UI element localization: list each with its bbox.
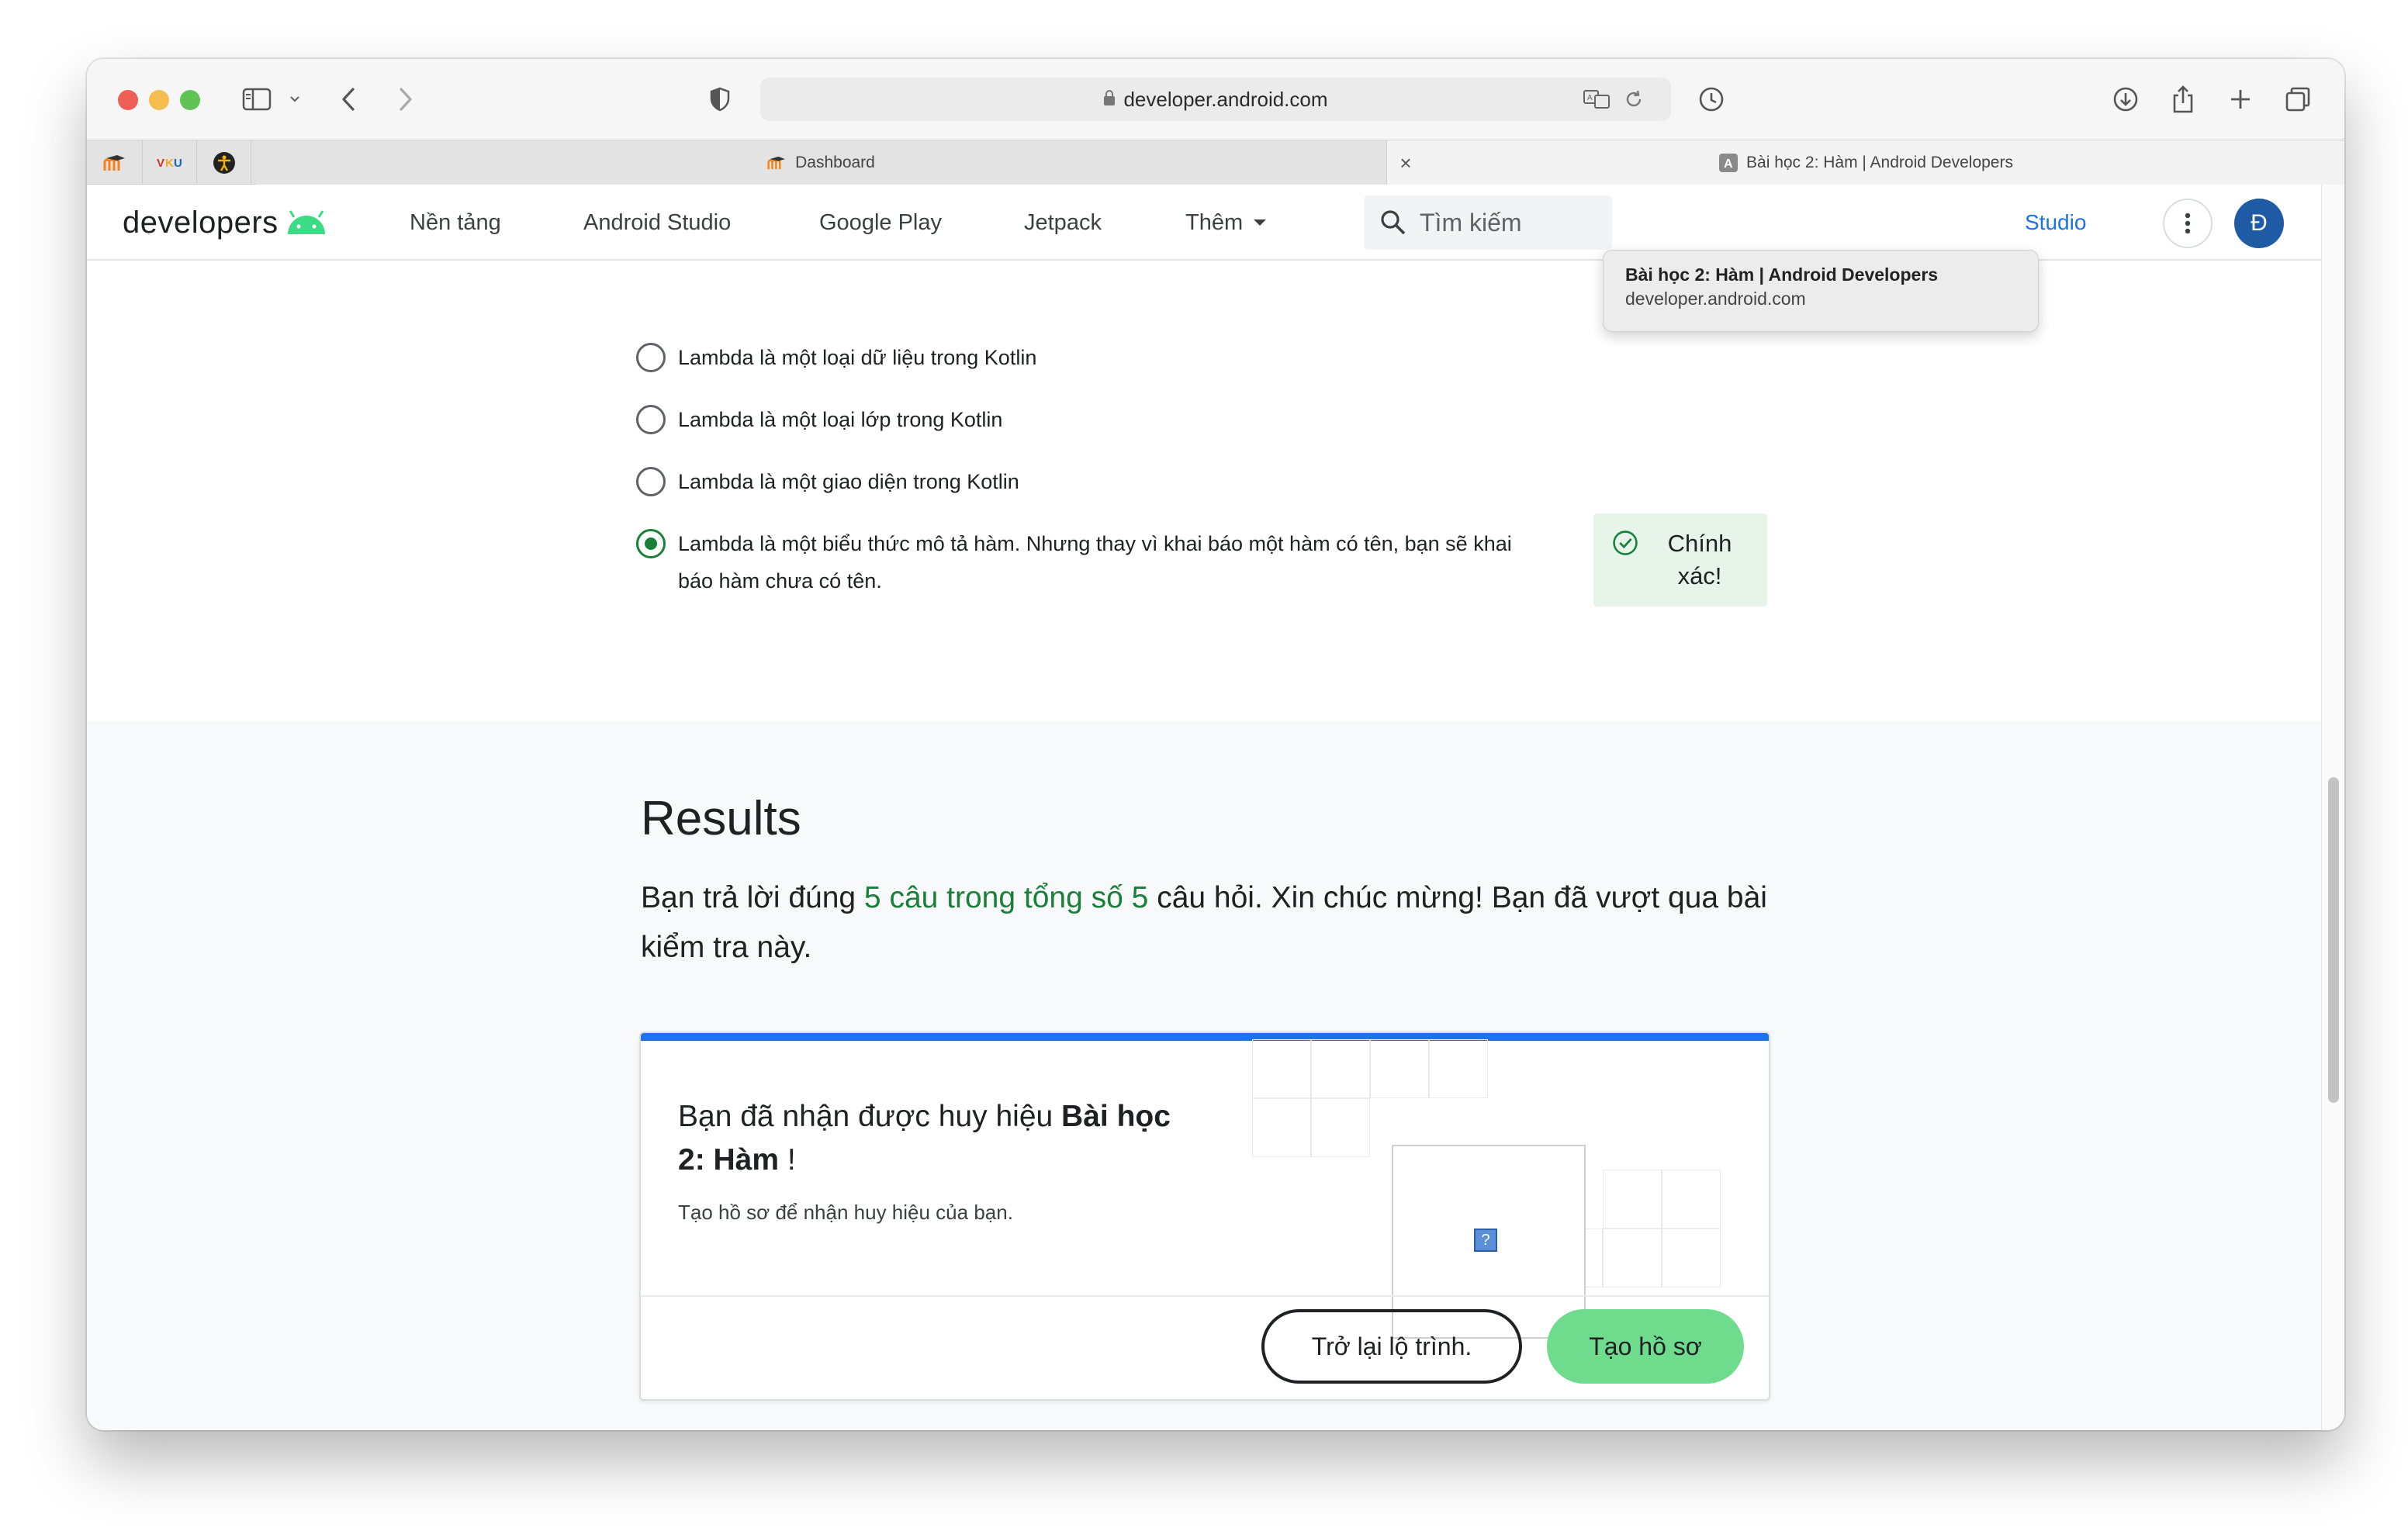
forward-icon[interactable] [391, 79, 419, 119]
radio-button[interactable] [636, 405, 666, 434]
pinned-tab-vku[interactable]: VKU [143, 140, 197, 185]
page-content: developers Nền tảng Android Studio Googl… [87, 185, 2321, 1430]
tooltip-title: Bài học 2: Hàm | Android Developers [1625, 264, 1939, 285]
nav-platform[interactable]: Nền tảng [410, 200, 501, 245]
history-clock-icon[interactable] [1696, 79, 1727, 119]
chevron-down-icon[interactable] [285, 79, 304, 119]
scrollbar-thumb[interactable] [2328, 777, 2339, 1103]
tab-overview-icon[interactable] [2282, 79, 2313, 119]
developers-logo[interactable]: developers [123, 200, 328, 245]
quiz-option-3[interactable]: Lambda là một giao diện trong Kotlin [636, 467, 1019, 500]
search-input[interactable]: Tìm kiếm [1364, 195, 1612, 250]
android-developers-favicon-icon: A [1718, 153, 1739, 173]
badge-heading: Bạn đã nhận được huy hiệu Bài học 2: Hàm… [678, 1100, 1171, 1177]
nav-android-studio[interactable]: Android Studio [583, 200, 731, 245]
results-message: Bạn trả lời đúng 5 câu trong tổng số 5 c… [641, 881, 1767, 964]
reload-icon[interactable] [1620, 79, 1648, 119]
tab-label: Dashboard [795, 154, 875, 171]
avatar[interactable]: Đ [2234, 199, 2284, 248]
nav-google-play[interactable]: Google Play [819, 200, 942, 245]
moodle-icon [103, 155, 125, 171]
vku-logo-icon: VKU [157, 157, 182, 170]
back-to-pathway-button[interactable]: Trở lại lộ trình. [1261, 1309, 1522, 1384]
badge-card: Bạn đã nhận được huy hiệu Bài học 2: Hàm… [639, 1032, 1770, 1401]
downloads-icon[interactable] [2110, 79, 2141, 119]
more-options-icon[interactable] [2163, 199, 2213, 248]
svg-text:V: V [157, 157, 164, 170]
card-accent-bar [641, 1033, 1769, 1041]
search-icon [1381, 210, 1406, 235]
decorative-grid [1603, 1170, 1662, 1229]
feedback-text: Chính xác! [1667, 530, 1732, 589]
nav-more[interactable]: Thêm [1185, 200, 1268, 245]
share-icon[interactable] [2168, 79, 2199, 119]
missing-image-icon: ? [1474, 1229, 1497, 1252]
nav-jetpack[interactable]: Jetpack [1024, 200, 1102, 245]
tab-dashboard[interactable]: Dashboard [256, 140, 1387, 185]
sidebar-icon[interactable] [239, 79, 275, 119]
close-window-button[interactable] [118, 90, 138, 110]
option-label: Lambda là một loại lớp trong Kotlin [678, 408, 1003, 431]
decorative-grid [1662, 1170, 1721, 1229]
privacy-shield-icon[interactable] [706, 79, 734, 119]
tab-bar: VKU Dashboard × A Bài học 2: Hàm | Andro… [87, 140, 2344, 185]
translate-icon[interactable]: A [1581, 79, 1612, 119]
close-tab-icon[interactable]: × [1390, 140, 1421, 185]
svg-text:K: K [165, 157, 174, 170]
svg-text:A: A [1724, 157, 1733, 171]
scrollbar[interactable] [2321, 185, 2344, 1430]
badge-subtext: Tạo hồ sơ để nhận huy hiệu của bạn. [678, 1201, 1013, 1224]
decorative-grid [1311, 1098, 1370, 1157]
url-text: developer.android.com [1123, 87, 1328, 111]
tab-android-developers[interactable]: A Bài học 2: Hàm | Android Developers [1387, 140, 2344, 185]
back-icon[interactable] [335, 79, 363, 119]
option-label: Lambda là một loại dữ liệu trong Kotlin [678, 346, 1037, 369]
score-highlight: 5 câu trong tổng số 5 [863, 881, 1149, 914]
browser-toolbar: developer.android.com A [87, 59, 2344, 140]
new-tab-icon[interactable] [2225, 79, 2256, 119]
check-circle-icon [1613, 530, 1638, 555]
decorative-grid [1252, 1039, 1311, 1098]
quiz-option-1[interactable]: Lambda là một loại dữ liệu trong Kotlin [636, 343, 1036, 376]
card-divider [641, 1295, 1769, 1297]
decorative-grid [1311, 1039, 1370, 1098]
caret-down-icon [1254, 219, 1267, 226]
accessibility-icon [213, 152, 235, 174]
pinned-tab-accessibility[interactable] [197, 140, 251, 185]
quiz-option-4[interactable]: Lambda là một biểu thức mô tả hàm. Nhưng… [636, 529, 1552, 600]
tab-label: Bài học 2: Hàm | Android Developers [1746, 154, 2013, 171]
decorative-grid [1429, 1039, 1488, 1098]
tooltip-url: developer.android.com [1625, 289, 1806, 309]
radio-button[interactable] [636, 467, 666, 496]
quiz-option-2[interactable]: Lambda là một loại lớp trong Kotlin [636, 405, 1002, 438]
nav-android-studio-link[interactable]: Studio [2025, 200, 2086, 245]
tab-hover-tooltip: Bài học 2: Hàm | Android Developers deve… [1603, 250, 2039, 332]
radio-button[interactable] [636, 343, 666, 372]
lock-icon [1103, 88, 1116, 112]
pinned-tab-moodle[interactable] [88, 140, 143, 185]
results-title: Results [641, 792, 801, 845]
android-logo-icon [287, 210, 325, 234]
address-bar[interactable]: developer.android.com A [760, 78, 1671, 121]
create-profile-button[interactable]: Tạo hồ sơ [1547, 1309, 1744, 1384]
correct-feedback-badge: Chính xác! [1593, 513, 1767, 607]
option-label: Lambda là một giao diện trong Kotlin [678, 470, 1019, 493]
moodle-icon [767, 155, 787, 171]
minimize-window-button[interactable] [149, 90, 169, 110]
decorative-grid [1662, 1229, 1721, 1287]
svg-text:U: U [174, 157, 182, 170]
decorative-grid [1370, 1039, 1429, 1098]
zoom-window-button[interactable] [180, 90, 200, 110]
decorative-grid [1252, 1098, 1311, 1157]
browser-window: developer.android.com A V K U Dashboard … [87, 59, 2344, 1430]
svg-text:A: A [1587, 94, 1593, 102]
radio-button-selected[interactable] [636, 529, 666, 558]
decorative-grid [1603, 1229, 1662, 1287]
option-label: Lambda là một biểu thức mô tả hàm. Nhưng… [678, 532, 1512, 593]
